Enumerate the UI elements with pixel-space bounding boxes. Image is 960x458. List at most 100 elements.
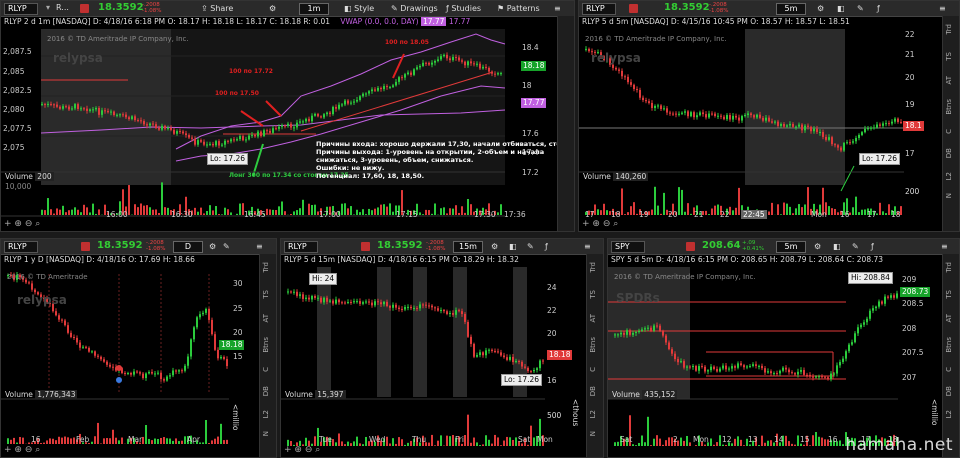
symbol-input[interactable]: RLYP	[284, 241, 318, 253]
side-item-c[interactable]: C	[945, 129, 957, 134]
timeframe-select[interactable]: 1m	[299, 3, 329, 15]
function-icon[interactable]: ƒ	[545, 241, 548, 252]
side-item-trd[interactable]: Trd	[262, 262, 274, 272]
volume-label: Volume 15,397	[285, 390, 346, 399]
patterns-button[interactable]: ⚑ Patterns	[497, 3, 540, 14]
zoom-controls[interactable]: + ⊕ ⊖ ⌕	[4, 445, 40, 455]
candle-body	[882, 123, 884, 126]
symbol-input[interactable]: RLYP	[4, 3, 38, 15]
candle-body	[530, 371, 532, 373]
alert-icon[interactable]	[81, 242, 90, 251]
side-item-btns[interactable]: Btns	[262, 337, 274, 353]
menu-icon[interactable]: ≡	[584, 241, 591, 252]
candle-body	[455, 310, 457, 315]
style-icon[interactable]: ◧	[837, 3, 845, 14]
pencil-icon[interactable]: ✎	[852, 241, 859, 252]
zoom-controls[interactable]: + ⊕ ⊖ ⌕	[582, 219, 618, 229]
price-plot[interactable]	[608, 254, 945, 458]
side-item-n[interactable]: N	[589, 431, 601, 436]
symbol-input[interactable]: SPY	[611, 241, 645, 253]
style-button[interactable]: ◧ Style	[344, 3, 374, 14]
candle-body	[305, 118, 307, 122]
function-icon[interactable]: ƒ	[871, 241, 874, 252]
link-button[interactable]: R...	[56, 3, 69, 12]
side-item-c[interactable]: C	[589, 367, 601, 372]
side-item-db[interactable]: DB	[945, 148, 957, 158]
function-icon[interactable]: ƒ	[877, 3, 880, 14]
gear-icon[interactable]: ⚙	[814, 241, 821, 252]
gear-icon[interactable]: ⚙	[817, 3, 824, 14]
side-item-c[interactable]: C	[262, 367, 274, 372]
studies-button[interactable]: ƒ Studies	[446, 3, 481, 14]
side-item-ts[interactable]: TS	[262, 290, 274, 299]
side-item-ts[interactable]: TS	[945, 290, 957, 299]
symbol-dropdown-icon[interactable]: ▾	[46, 3, 50, 12]
price-plot[interactable]	[1, 16, 560, 232]
zoom-controls[interactable]: + ⊕ ⊖ ⌕	[4, 219, 40, 229]
side-item-at[interactable]: AT	[945, 76, 957, 85]
side-item-btns[interactable]: Btns	[945, 337, 957, 353]
side-item-c[interactable]: C	[945, 367, 957, 372]
gear-icon[interactable]: ⚙	[491, 241, 498, 252]
timeframe-select[interactable]: 15m	[453, 241, 483, 253]
side-item-db[interactable]: DB	[589, 386, 601, 396]
side-item-n[interactable]: N	[262, 431, 274, 436]
side-item-l2[interactable]: L2	[945, 172, 957, 180]
side-item-n[interactable]: N	[945, 193, 957, 198]
alert-icon[interactable]	[686, 242, 695, 251]
side-item-ts[interactable]: TS	[589, 290, 601, 299]
last-price: 18.3592	[664, 2, 710, 13]
alert-icon[interactable]	[629, 4, 638, 13]
candle-body	[891, 121, 893, 124]
side-item-l2[interactable]: L2	[589, 410, 601, 418]
candle-body	[819, 132, 821, 134]
side-item-at[interactable]: AT	[589, 314, 601, 323]
candle-body	[184, 365, 186, 371]
side-item-l2[interactable]: L2	[945, 410, 957, 418]
side-item-btns[interactable]: Btns	[945, 99, 957, 115]
side-item-db[interactable]: DB	[262, 386, 274, 396]
share-button[interactable]: ⇪ Share	[201, 3, 233, 14]
candle-body	[122, 114, 124, 116]
timeframe-select[interactable]: D	[173, 241, 203, 253]
symbol-input[interactable]: RLYP	[4, 241, 38, 253]
side-item-btns[interactable]: Btns	[589, 337, 601, 353]
price-plot[interactable]	[579, 16, 945, 232]
side-item-l2[interactable]: L2	[262, 410, 274, 418]
side-item-trd[interactable]: Trd	[945, 262, 957, 272]
pencil-icon[interactable]: ✎	[223, 241, 230, 252]
menu-icon[interactable]: ≡	[256, 241, 263, 252]
candle-body	[82, 346, 84, 348]
candle-body	[332, 300, 334, 304]
symbol-input[interactable]: RLYP	[582, 3, 616, 15]
side-item-ts[interactable]: TS	[945, 52, 957, 61]
side-item-trd[interactable]: Trd	[589, 262, 601, 272]
timeframe-select[interactable]: 5m	[776, 3, 806, 15]
style-icon[interactable]: ◧	[509, 241, 517, 252]
alert-icon[interactable]	[80, 4, 89, 13]
menu-icon[interactable]: ≡	[554, 3, 561, 14]
style-icon[interactable]: ◧	[833, 241, 841, 252]
menu-icon[interactable]: ≡	[939, 3, 946, 14]
candle-body	[678, 113, 680, 115]
timeframe-select[interactable]: 5m	[776, 241, 806, 253]
chart-toolbar: RLYP 18.3592 -.2008 -1.08% D ⚙ ✎ ≡	[1, 239, 276, 255]
menu-icon[interactable]: ≡	[941, 241, 948, 252]
candle-body	[269, 130, 271, 133]
candle-body	[806, 374, 808, 376]
gear-icon[interactable]: ⚙	[209, 241, 216, 252]
side-item-at[interactable]: AT	[262, 314, 274, 323]
pencil-icon[interactable]: ✎	[527, 241, 534, 252]
candle-body	[633, 84, 635, 90]
candle-body	[767, 371, 769, 373]
zoom-controls[interactable]: + ⊕ ⊖ ⌕	[284, 445, 320, 455]
side-item-db[interactable]: DB	[945, 386, 957, 396]
candle-body	[425, 62, 427, 64]
side-item-at[interactable]: AT	[945, 314, 957, 323]
drawings-button[interactable]: ✎ Drawings	[391, 3, 438, 14]
gear-icon[interactable]: ⚙	[269, 3, 276, 14]
side-item-trd[interactable]: Trd	[945, 24, 957, 34]
alert-icon[interactable]	[361, 242, 370, 251]
price-plot[interactable]	[1, 254, 262, 458]
pencil-icon[interactable]: ✎	[857, 3, 864, 14]
